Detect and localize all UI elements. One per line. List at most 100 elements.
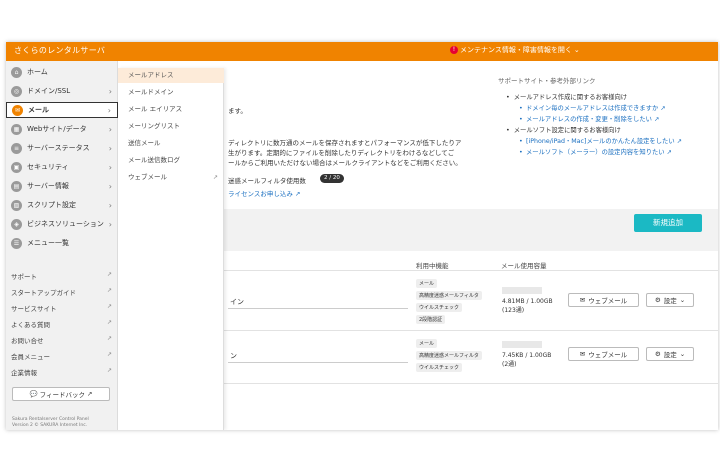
script-icon: ▧ xyxy=(11,199,22,211)
usage-bar xyxy=(502,341,542,348)
settings-button[interactable]: ⚙ 設定 ⌄ xyxy=(646,347,694,361)
web-icon: ▦ xyxy=(11,123,22,135)
maintenance-notice-label: メンテナンス情報・障害情報を開く xyxy=(460,46,572,54)
chevron-down-icon: ⌄ xyxy=(573,46,580,54)
mail-submenu: メールアドレス メールドメイン メール エイリアス メーリングリスト 送信メール… xyxy=(118,68,224,430)
spam-filter-label: 迷惑メールフィルタ使用数 xyxy=(228,177,306,185)
feature-tag: 高精度迷惑メールフィルタ xyxy=(416,351,482,360)
webmail-button[interactable]: ✉ ウェブメール xyxy=(568,347,639,361)
sidebar-item-domain[interactable]: ◎ ドメイン/SSL › xyxy=(6,83,118,99)
support-links: サポートサイト・参考外部リンク メールアドレス作成に関するお客様向け ドメイン毎… xyxy=(498,76,713,158)
feature-tag: メール xyxy=(416,279,438,288)
column-header-usage: メール使用容量 xyxy=(501,262,547,270)
intro-text: ます。 xyxy=(228,107,247,115)
sidebar-item-home[interactable]: ⌂ ホーム xyxy=(6,64,118,80)
menu-list-icon: ☰ xyxy=(11,237,22,249)
external-link-icon: ↗ xyxy=(106,351,112,358)
support-link-mailer-settings[interactable]: メールソフト（メーラー）の設定内容を知りたい ↗ xyxy=(519,147,713,158)
chevron-right-icon: › xyxy=(108,200,112,210)
external-link-icon: ↗ xyxy=(651,116,660,123)
gear-icon: ⚙ xyxy=(654,296,661,304)
external-link-icon: ↗ xyxy=(212,174,218,181)
chevron-right-icon: › xyxy=(108,124,112,134)
external-link-icon: ↗ xyxy=(106,319,112,326)
chevron-down-icon: ⌄ xyxy=(679,296,686,304)
feature-tag: 高精度迷惑メールフィルタ xyxy=(416,291,482,300)
spam-filter-count-badge: 2 / 20 xyxy=(320,174,344,183)
submenu-item-sent-mail[interactable]: 送信メール xyxy=(118,136,224,151)
mail-icon: ✉ xyxy=(12,104,23,116)
row-name-underline xyxy=(228,308,408,309)
warning-text-line-1: ディレクトリに数万通のメールを保存されますとパフォーマンスが低下したりア xyxy=(228,139,462,147)
external-link-icon: ↗ xyxy=(106,303,112,310)
sidebar-link-service-site[interactable]: サービスサイト ↗ xyxy=(11,303,116,313)
server-status-icon: ≡ xyxy=(11,142,22,154)
submenu-item-mail-address[interactable]: メールアドレス xyxy=(118,68,224,83)
submenu-item-mailing-list[interactable]: メーリングリスト xyxy=(118,119,224,134)
chevron-right-icon: › xyxy=(107,105,111,115)
sidebar-item-mail[interactable]: ✉ メール › xyxy=(6,102,118,118)
sidebar-link-support[interactable]: サポート ↗ xyxy=(11,271,116,281)
chevron-right-icon: › xyxy=(108,86,112,96)
app-window: さくらのレンタルサーバ ! メンテナンス情報・障害情報を開く ⌄ ます。 ディレ… xyxy=(6,42,718,430)
envelope-icon: ✉ xyxy=(579,296,586,304)
submenu-item-mail-alias[interactable]: メール エイリアス xyxy=(118,102,224,117)
chevron-down-icon: ⌄ xyxy=(679,350,686,358)
usage-amount: 7.45KB / 1.00GB xyxy=(502,352,552,359)
support-section-address: メールアドレス作成に関するお客様向け xyxy=(506,92,713,103)
alert-icon: ! xyxy=(450,46,458,54)
support-link-create-address[interactable]: メールアドレスの作成・変更・削除をしたい ↗ xyxy=(519,114,713,125)
usage-bar xyxy=(502,287,542,294)
feedback-button[interactable]: 💬 フィードバック ↗ xyxy=(12,387,110,401)
home-icon: ⌂ xyxy=(11,66,22,78)
copyright: Sakura Rentalserver Control Panel Versio… xyxy=(12,417,89,428)
sidebar-item-business[interactable]: ◈ ビジネスソリューション › xyxy=(6,216,118,232)
chevron-right-icon: › xyxy=(108,162,112,172)
sidebar-item-menu-list[interactable]: ☰ メニュー一覧 xyxy=(6,235,118,251)
submenu-item-mail-domain[interactable]: メールドメイン xyxy=(118,85,224,100)
sidebar-link-faq[interactable]: よくある質問 ↗ xyxy=(11,319,116,329)
submenu-item-send-log[interactable]: メール送信数ログ xyxy=(118,153,224,168)
sidebar-link-company[interactable]: 企業情報 ↗ xyxy=(11,367,116,377)
support-link-domain-address[interactable]: ドメイン毎のメールアドレスは作成できますか ↗ xyxy=(519,103,713,114)
sidebar: ⌂ ホーム ◎ ドメイン/SSL › ✉ メール › ▦ Webサイト/データ › ≡ サーバー… xyxy=(6,61,118,430)
sidebar-link-member-menu[interactable]: 会員メニュー ↗ xyxy=(11,351,116,361)
settings-button[interactable]: ⚙ 設定 ⌄ xyxy=(646,293,694,307)
warning-text-line-3: ールからご利用いただけない場合はメールクライアントなどをご利用ください。 xyxy=(228,159,462,167)
sidebar-item-server-status[interactable]: ≡ サーバーステータス › xyxy=(6,140,118,156)
support-section-mailsoft: メールソフト設定に関するお客様向け xyxy=(506,125,713,136)
usage-count: (123通) xyxy=(502,307,525,314)
license-apply-link[interactable]: ライセンスお申し込み ↗ xyxy=(228,188,300,198)
external-link-icon: ↗ xyxy=(106,367,112,374)
sidebar-item-server-info[interactable]: ▤ サーバー情報 › xyxy=(6,178,118,194)
external-link-icon: ↗ xyxy=(106,271,112,278)
sidebar-item-security[interactable]: ▣ セキュリティ › xyxy=(6,159,118,175)
feature-tag: ウイルスチェック xyxy=(416,303,463,312)
sidebar-item-website[interactable]: ▦ Webサイト/データ › xyxy=(6,121,118,137)
external-link-icon: ↗ xyxy=(658,105,666,112)
add-new-button[interactable]: 新規追加 xyxy=(634,214,702,232)
maintenance-notice-link[interactable]: ! メンテナンス情報・障害情報を開く ⌄ xyxy=(450,45,580,55)
webmail-button[interactable]: ✉ ウェブメール xyxy=(568,293,639,307)
sidebar-link-startup-guide[interactable]: スタートアップガイド ↗ xyxy=(11,287,116,297)
chevron-right-icon: › xyxy=(108,219,112,229)
sidebar-link-contact[interactable]: お問い合せ ↗ xyxy=(11,335,116,345)
usage-count: (2通) xyxy=(502,361,517,368)
table-row-name[interactable]: イン xyxy=(230,297,244,307)
top-bar: さくらのレンタルサーバ ! メンテナンス情報・障害情報を開く ⌄ xyxy=(6,42,718,61)
envelope-icon: ✉ xyxy=(579,350,586,358)
gear-icon: ⚙ xyxy=(654,350,661,358)
external-link-icon: ↗ xyxy=(674,138,682,145)
chevron-right-icon: › xyxy=(108,181,112,191)
feature-tag: メール xyxy=(416,339,438,348)
lock-icon: ▣ xyxy=(11,161,22,173)
support-links-heading: サポートサイト・参考外部リンク xyxy=(498,77,596,85)
external-link-icon: ↗ xyxy=(106,335,112,342)
brand-logo[interactable]: さくらのレンタルサーバ xyxy=(14,45,105,56)
sidebar-item-script[interactable]: ▧ スクリプト設定 › xyxy=(6,197,118,213)
submenu-item-webmail[interactable]: ウェブメール ↗ xyxy=(118,170,224,185)
support-link-iphone-setup[interactable]: [iPhone/iPad・Mac]メールのかんたん設定をしたい ↗ xyxy=(519,136,694,147)
chat-icon: 💬 xyxy=(29,390,38,398)
table-row-name[interactable]: ン xyxy=(230,351,237,361)
warning-text-line-2: 生がります。定期的にファイルを削除したりディレクトリをわけるなどしてご xyxy=(228,149,455,157)
